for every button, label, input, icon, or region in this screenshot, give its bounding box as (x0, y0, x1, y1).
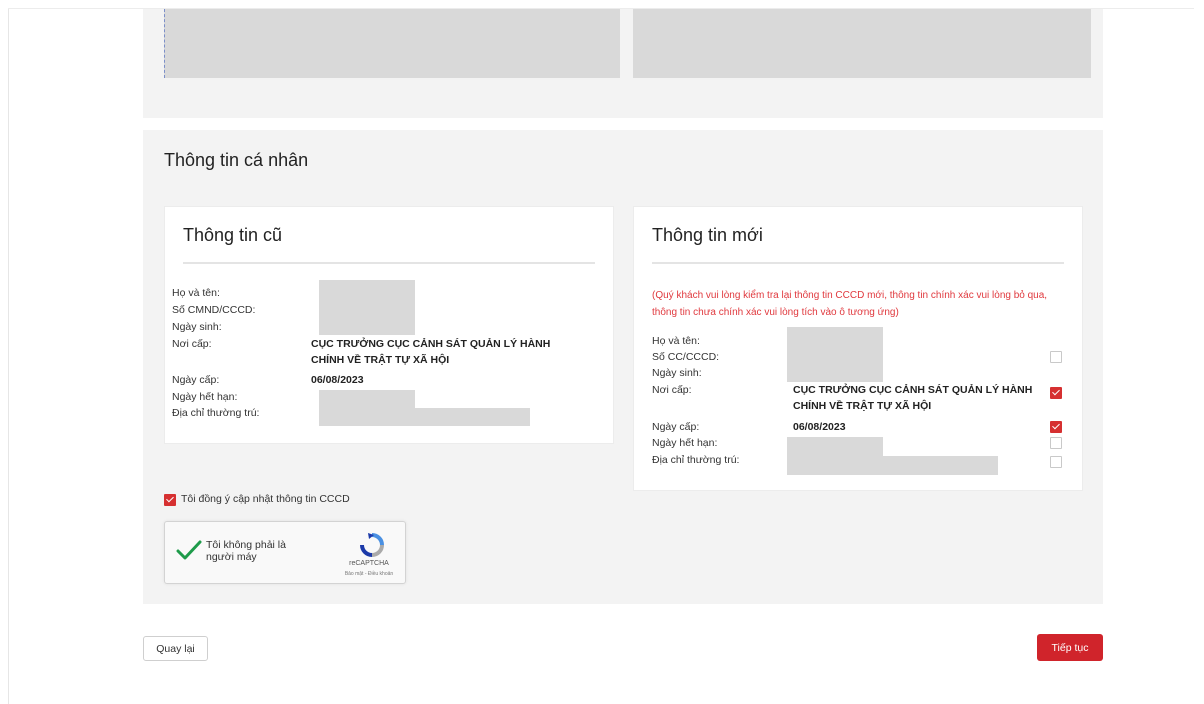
agree-checkbox[interactable] (164, 494, 176, 506)
page-frame-left (8, 8, 9, 704)
redacted-block (319, 280, 415, 335)
place-label: Nơi cấp: (652, 384, 692, 396)
expiry-label: Ngày hết hạn: (652, 437, 718, 449)
place-value: CỤC TRƯỞNG CỤC CẢNH SÁT QUẢN LÝ HÀNH CHÍ… (311, 338, 551, 366)
recaptcha-widget[interactable]: Tôi không phải là người máy reCAPTCHA Bả… (164, 521, 406, 584)
id-label: Số CC/CCCD: (652, 351, 720, 363)
address-checkbox[interactable] (1050, 456, 1062, 468)
redacted-block (319, 408, 530, 426)
divider (183, 262, 595, 264)
id-back-image[interactable] (633, 9, 1091, 78)
issue-date-checkbox[interactable] (1050, 421, 1062, 433)
recaptcha-brand: reCAPTCHA (349, 560, 389, 567)
dob-label: Ngày sinh: (172, 321, 222, 333)
place-checkbox[interactable] (1050, 387, 1062, 399)
section-title: Thông tin cá nhân (164, 150, 309, 170)
name-label: Họ và tên: (652, 335, 700, 347)
personal-info-section: Thông tin cá nhân Thông tin cũ Họ và tên… (143, 130, 1103, 604)
redacted-block (787, 327, 883, 382)
checkmark-icon[interactable] (176, 539, 202, 561)
place-label: Nơi cấp: (172, 338, 212, 350)
new-info-title: Thông tin mới (652, 225, 763, 245)
expiry-checkbox[interactable] (1050, 437, 1062, 449)
id-checkbox[interactable] (1050, 351, 1062, 363)
document-images-section (143, 9, 1103, 118)
issue-date-label: Ngày cấp: (652, 421, 700, 433)
old-info-title: Thông tin cũ (183, 225, 283, 245)
address-label: Địa chỉ thường trú: (172, 407, 260, 419)
redacted-block (787, 437, 883, 456)
place-value: CỤC TRƯỞNG CỤC CẢNH SÁT QUẢN LÝ HÀNH CHÍ… (793, 384, 1033, 412)
agree-label[interactable]: Tôi đồng ý cập nhật thông tin CCCD (181, 493, 350, 505)
redacted-block (319, 390, 415, 409)
id-label: Số CMND/CCCD: (172, 304, 256, 316)
new-info-card: Thông tin mới (Quý khách vui lòng kiểm t… (633, 206, 1083, 491)
redacted-block (787, 456, 998, 475)
dob-label: Ngày sinh: (652, 367, 702, 379)
old-info-card: Thông tin cũ Họ và tên: Số CMND/CCCD: Ng… (164, 206, 614, 444)
address-label: Địa chỉ thường trú: (652, 454, 740, 466)
issue-date-value: 06/08/2023 (311, 374, 364, 386)
recaptcha-links[interactable]: Bảo mật - Điều khoản (335, 571, 403, 577)
divider (652, 262, 1064, 264)
back-button[interactable]: Quay lại (143, 636, 208, 661)
recaptcha-logo-icon (360, 533, 384, 557)
id-front-image[interactable] (164, 9, 620, 78)
verification-note: (Quý khách vui lòng kiểm tra lại thông t… (652, 290, 1048, 318)
recaptcha-label: Tôi không phải là người máy (206, 539, 286, 563)
name-label: Họ và tên: (172, 287, 220, 299)
issue-date-value: 06/08/2023 (793, 421, 846, 433)
expiry-label: Ngày hết hạn: (172, 391, 238, 403)
next-button[interactable]: Tiếp tục (1037, 634, 1103, 661)
issue-date-label: Ngày cấp: (172, 374, 220, 386)
